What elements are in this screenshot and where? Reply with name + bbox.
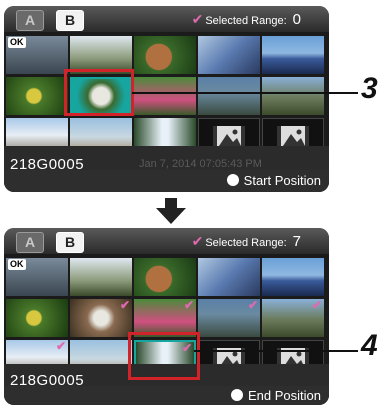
thumbnail[interactable] xyxy=(198,77,260,115)
status-bar: End Position xyxy=(4,386,329,405)
check-icon: ✔ xyxy=(183,299,194,312)
callout-number-3: 3 xyxy=(361,72,378,105)
thumbnail[interactable]: OK xyxy=(6,36,68,74)
callout-number-4: 4 xyxy=(361,329,378,362)
check-icon: ✔ xyxy=(247,299,258,312)
check-icon: ✔ xyxy=(191,233,204,249)
status-bar: Start Position xyxy=(4,170,329,192)
thumbnail-checked[interactable]: ✔ xyxy=(198,299,260,337)
selected-range: ✔ Selected Range: 0 xyxy=(192,10,301,30)
thumbnail-grid: OK xyxy=(6,36,328,158)
dot-icon xyxy=(226,174,239,186)
end-position-label: End Position xyxy=(231,388,321,404)
thumbnail[interactable] xyxy=(198,36,260,74)
check-icon: ✔ xyxy=(191,11,204,27)
dot-icon xyxy=(231,389,243,401)
thumbnail[interactable]: OK xyxy=(6,258,68,296)
callout-line-3 xyxy=(132,92,358,94)
thumbnail[interactable] xyxy=(198,258,260,296)
check-icon: ✔ xyxy=(311,299,322,312)
top-tab-bar: A B ✔ Selected Range: 0 xyxy=(4,6,329,32)
tab-b[interactable]: B xyxy=(56,10,84,31)
selected-range-label: Selected Range: xyxy=(205,15,287,27)
top-selection-highlight xyxy=(64,69,134,116)
bottom-selection-highlight xyxy=(128,332,200,380)
thumbnail[interactable] xyxy=(6,77,68,115)
top-camera-screen: A B ✔ Selected Range: 0 OK 218G0005 Jan … xyxy=(4,6,329,192)
selected-range-value: 7 xyxy=(292,233,301,250)
tab-a[interactable]: A xyxy=(16,10,44,31)
status-text: Start Position xyxy=(243,173,321,188)
bottom-tab-bar: A B ✔ Selected Range: 7 xyxy=(4,228,329,254)
check-icon: ✔ xyxy=(55,340,66,353)
ok-badge: OK xyxy=(8,259,26,270)
thumbnail[interactable] xyxy=(262,77,324,115)
selected-range-label: Selected Range: xyxy=(205,237,287,249)
thumbnail[interactable] xyxy=(262,36,324,74)
down-arrow-icon xyxy=(156,198,186,224)
ok-badge: OK xyxy=(8,37,26,48)
thumbnail[interactable] xyxy=(70,258,132,296)
thumbnail[interactable] xyxy=(134,77,196,115)
thumbnail[interactable] xyxy=(134,36,196,74)
selected-range: ✔ Selected Range: 7 xyxy=(192,232,301,252)
start-position-label: Start Position xyxy=(226,173,321,189)
thumbnail-checked[interactable]: ✔ xyxy=(262,299,324,337)
thumbnail[interactable] xyxy=(6,299,68,337)
callout-line-4 xyxy=(194,350,358,352)
tab-b[interactable]: B xyxy=(56,232,84,253)
check-icon: ✔ xyxy=(119,299,130,312)
clip-date: Jan 7, 2014 07:05:43 PM xyxy=(139,158,262,170)
thumbnail[interactable] xyxy=(262,258,324,296)
selected-range-value: 0 xyxy=(292,11,301,28)
thumbnail[interactable] xyxy=(134,258,196,296)
status-text: End Position xyxy=(248,388,321,403)
thumbnail-checked[interactable]: ✔ xyxy=(70,299,132,337)
tab-a[interactable]: A xyxy=(16,232,44,253)
